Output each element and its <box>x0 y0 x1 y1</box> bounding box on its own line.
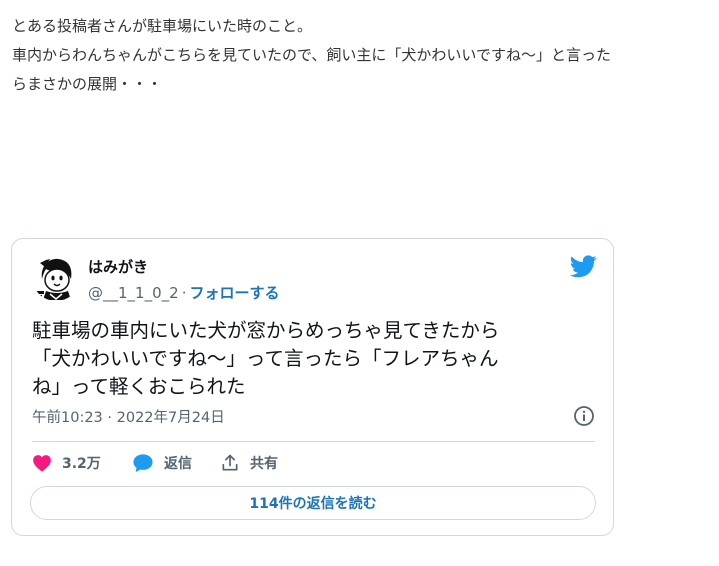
read-replies-button[interactable]: 114件の返信を読む <box>30 486 596 520</box>
tweet-timestamp[interactable]: 午前10:23 · 2022年7月24日 <box>32 406 225 427</box>
info-icon[interactable] <box>573 405 595 427</box>
tweet-text-line: 駐車場の車内にいた犬が窓からめっちゃ見てきたから <box>32 319 500 342</box>
heart-icon <box>33 455 51 472</box>
likes-count: 3.2万 <box>62 456 101 472</box>
share-label: 共有 <box>250 456 278 472</box>
share-upload-icon <box>222 454 238 471</box>
reply-label: 返信 <box>164 456 192 472</box>
avatar[interactable] <box>32 253 80 301</box>
article-line: らまさかの展開・・・ <box>12 75 163 93</box>
twitter-bird-icon[interactable] <box>569 255 597 278</box>
follow-link[interactable]: フォローする <box>189 284 279 302</box>
article-line: とある投稿者さんが駐車場にいた時のこと。 <box>12 17 313 35</box>
author-handle[interactable]: @__1_1_0_2 <box>88 284 179 302</box>
article-line: 車内からわんちゃんがこちらを見ていたので、飼い主に「犬かわいいですね〜」と言った <box>12 46 611 64</box>
divider <box>32 441 595 442</box>
author-meta: @__1_1_0_2 · フォローする <box>88 282 279 303</box>
author-name[interactable]: はみがき <box>88 256 148 277</box>
avatar-illustration-icon <box>32 253 80 301</box>
like-button[interactable]: 3.2万 <box>32 451 101 475</box>
tweet-text: 駐車場の車内にいた犬が窓からめっちゃ見てきたから 「犬かわいいですね〜」って言っ… <box>32 317 572 401</box>
speech-bubble-icon <box>133 454 153 473</box>
article-text: とある投稿者さんが駐車場にいた時のこと。 車内からわんちゃんがこちらを見ていたの… <box>12 12 712 99</box>
share-button[interactable]: 共有 <box>220 451 278 475</box>
tweet-text-line: 「犬かわいいですね〜」って言ったら「フレアちゃん <box>32 347 499 370</box>
tweet-text-line: ね」って軽くおこられた <box>32 375 246 398</box>
separator-dot: · <box>181 284 187 302</box>
reply-button[interactable]: 返信 <box>132 451 192 475</box>
embedded-tweet-card: はみがき @__1_1_0_2 · フォローする 駐車場の車内にいた犬が窓からめっち… <box>11 238 614 536</box>
